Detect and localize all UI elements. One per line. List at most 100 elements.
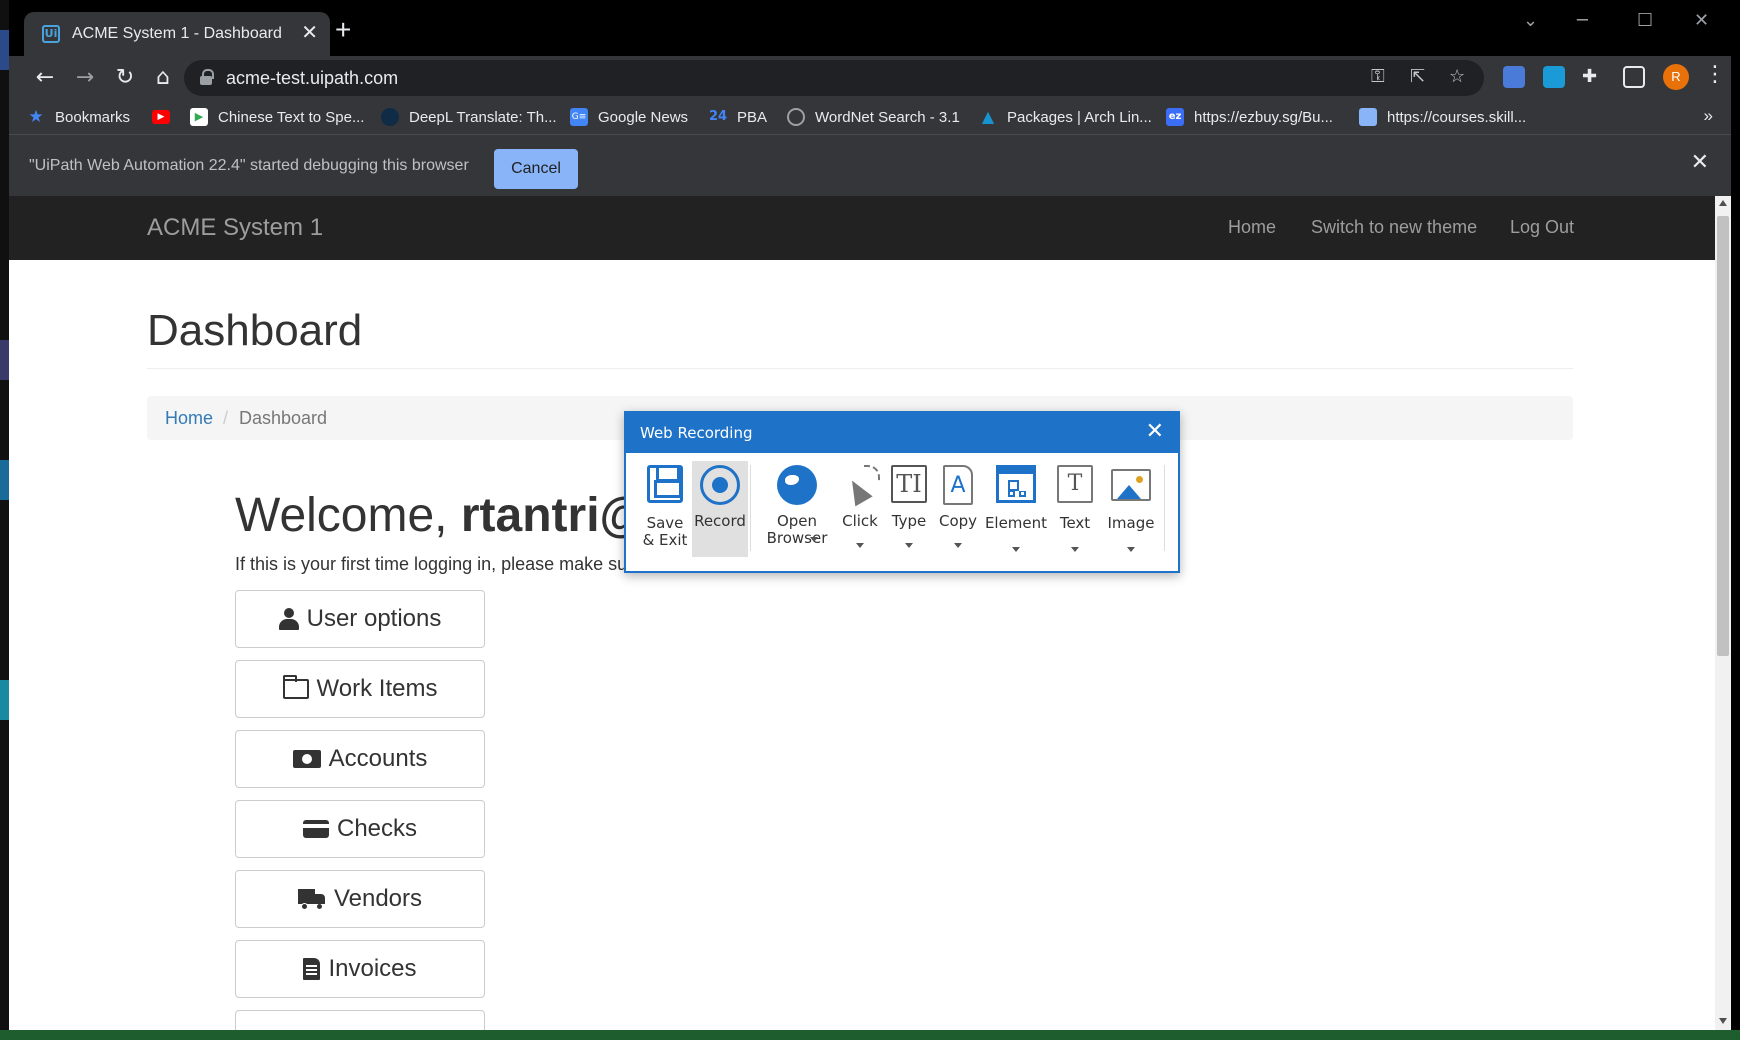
nav-logout-link[interactable]: Log Out [1510,217,1574,238]
arch-icon: ▲ [981,107,995,126]
bookmarks-overflow-icon[interactable]: » [1704,106,1713,126]
vendors-button[interactable]: Vendors [235,870,485,928]
debugging-infobar: "UiPath Web Automation 22.4" started deb… [9,134,1731,196]
type-text-icon: TI [891,465,927,503]
nav-home-link[interactable]: Home [1228,217,1276,238]
bookmark-item[interactable]: WordNet Search - 3.1 [787,106,960,128]
save-exit-label: Save & Exit [642,514,688,549]
scroll-down-icon[interactable] [1719,1018,1727,1024]
lock-icon[interactable] [200,69,214,85]
browser-toolbar: ← → ↻ ⌂ acme-test.uipath.com ⚿ ⇱ ☆ ✚ R ⋮ [9,56,1731,100]
infobar-close-icon[interactable]: ✕ [1691,150,1709,175]
invoices-button[interactable]: Invoices [235,940,485,998]
user-icon [278,608,299,630]
page-scrollbar[interactable] [1715,196,1731,1030]
welcome-prefix: Welcome, [235,489,461,542]
copy-button[interactable]: A Copy [934,461,982,557]
infobar-cancel-button[interactable]: Cancel [494,149,578,189]
button-label: Invoices [328,955,417,982]
dropdown-arrow-icon[interactable] [954,543,962,548]
bookmark-star-icon[interactable]: ☆ [1449,66,1465,87]
dropdown-arrow-icon[interactable] [810,537,819,542]
bookmark-item[interactable]: ▲ Packages | Arch Lin... [979,106,1152,128]
chrome-menu-icon[interactable]: ⋮ [1704,62,1726,87]
breadcrumb-separator: / [223,408,229,428]
dropdown-arrow-icon[interactable] [1071,547,1079,552]
web-recording-dialog: Web Recording ✕ Save & Exit Record Open … [624,411,1180,573]
password-key-icon[interactable]: ⚿ [1371,66,1385,87]
home-icon[interactable]: ⌂ [147,62,179,94]
accounts-button[interactable]: Accounts [235,730,485,788]
bookmark-item[interactable]: ▶ Chinese Text to Spe... [190,106,364,128]
ezbuy-icon: ez [1166,108,1184,126]
image-button[interactable]: Image [1102,461,1160,557]
desktop-background-strip [0,0,9,1040]
breadcrumb-home-link[interactable]: Home [165,408,213,429]
dropdown-arrow-icon[interactable] [856,543,864,548]
maximize-icon[interactable]: ☐ [1637,10,1653,31]
bookmark-item[interactable]: G≡ Google News [570,106,688,128]
bookmarks-bar: ★ Bookmarks ▶ ▶ Chinese Text to Spe... D… [9,100,1731,134]
toolbar-separator [750,465,751,551]
click-label: Click [842,512,878,530]
open-browser-label: Open Browser [766,512,828,547]
tab-acme-dashboard[interactable]: Ui ACME System 1 - Dashboard ✕ [24,12,330,56]
bookmark-item[interactable]: https://courses.skill... [1359,106,1526,128]
tab-strip: Ui ACME System 1 - Dashboard ✕ + ⌄ ─ ☐ ✕ [9,0,1731,56]
tab-close-icon[interactable]: ✕ [301,22,318,44]
nav-switch-theme-link[interactable]: Switch to new theme [1311,217,1477,238]
scroll-thumb[interactable] [1717,216,1729,656]
image-label: Image [1107,514,1155,532]
profile-avatar[interactable]: R [1663,64,1689,90]
title-divider [147,368,1573,369]
element-button[interactable]: Element [984,461,1048,557]
recorder-close-icon[interactable]: ✕ [1146,419,1164,444]
type-label: Type [891,512,927,530]
image-icon [1111,469,1151,501]
globe-icon [787,108,805,126]
extension-icon[interactable] [1543,66,1565,88]
minimize-icon[interactable]: ─ [1577,10,1588,31]
window-close-icon[interactable]: ✕ [1694,10,1709,31]
bookmark-item[interactable]: ★ Bookmarks [27,106,130,128]
copy-document-icon: A [943,465,973,505]
reload-icon[interactable]: ↻ [109,62,141,94]
web-recording-titlebar[interactable]: Web Recording ✕ [626,413,1178,453]
money-icon [292,750,321,768]
bookmark-item[interactable]: DeepL Translate: Th... [381,106,557,128]
dropdown-arrow-icon[interactable] [1127,547,1135,552]
click-button[interactable]: Click [836,461,884,557]
record-button[interactable]: Record [692,461,748,557]
checks-button[interactable]: Checks [235,800,485,858]
translate-extension-icon[interactable] [1503,66,1525,88]
puzzle-extensions-icon[interactable]: ✚ [1582,66,1597,87]
user-options-button[interactable]: User options [235,590,485,648]
news-icon: G≡ [570,108,588,126]
copy-label: Copy [938,512,978,530]
site-brand[interactable]: ACME System 1 [147,214,323,242]
scroll-up-icon[interactable] [1719,200,1727,206]
bookmark-item[interactable]: ez https://ezbuy.sg/Bu... [1166,106,1333,128]
button-label: User options [306,605,442,632]
type-button[interactable]: TI Type [886,461,932,557]
tab-search-icon[interactable]: ⌄ [1523,10,1538,31]
forward-arrow-icon[interactable]: → [69,62,101,94]
new-tab-button[interactable]: + [335,16,351,44]
save-exit-button[interactable]: Save & Exit [640,461,690,557]
star-icon: ★ [28,107,44,127]
share-icon[interactable]: ⇱ [1410,66,1425,87]
side-panel-icon[interactable] [1623,66,1645,88]
pba-icon: 24 [709,109,728,124]
bookmark-item[interactable]: ▶ [152,106,180,128]
dropdown-arrow-icon[interactable] [905,543,913,548]
open-browser-button[interactable]: Open Browser [764,461,830,557]
dropdown-arrow-icon[interactable] [1012,547,1020,552]
address-bar[interactable]: acme-test.uipath.com ⚿ ⇱ ☆ [184,60,1484,96]
bookmark-item[interactable]: 24 PBA [709,106,767,128]
button-label: Vendors [333,885,423,912]
page-icon [1359,108,1377,126]
next-menu-button-partial[interactable] [235,1010,485,1030]
text-button[interactable]: T Text [1050,461,1100,557]
work-items-button[interactable]: Work Items [235,660,485,718]
back-arrow-icon[interactable]: ← [29,62,61,94]
